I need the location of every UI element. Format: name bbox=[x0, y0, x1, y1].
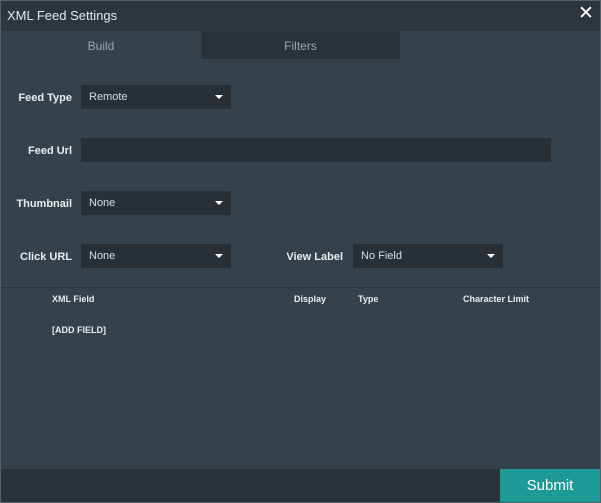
column-header-type: Type bbox=[358, 294, 379, 304]
click-url-select[interactable]: None bbox=[81, 244, 231, 268]
thumbnail-select[interactable]: None bbox=[81, 191, 231, 215]
feed-type-select[interactable]: Remote bbox=[81, 85, 231, 109]
column-header-character-limit: Character Limit bbox=[463, 294, 530, 304]
feed-url-input[interactable] bbox=[81, 138, 551, 162]
tab-filters[interactable]: Filters bbox=[201, 31, 400, 59]
view-label-value: No Field bbox=[361, 250, 402, 262]
feed-type-value: Remote bbox=[89, 91, 128, 103]
tab-bar: Build Filters bbox=[1, 31, 600, 59]
tab-build[interactable]: Build bbox=[1, 31, 201, 59]
add-field-link[interactable]: [ADD FIELD] bbox=[52, 325, 106, 335]
column-header-xml-field: XML Field bbox=[52, 294, 95, 304]
chevron-down-icon bbox=[487, 254, 495, 258]
title-bar: XML Feed Settings ✕ bbox=[1, 1, 600, 31]
xml-feed-settings-dialog: XML Feed Settings ✕ Build Filters Feed T… bbox=[0, 0, 601, 503]
view-label-label: View Label bbox=[286, 251, 343, 263]
dialog-title: XML Feed Settings bbox=[7, 8, 118, 23]
chevron-down-icon bbox=[215, 201, 223, 205]
submit-button[interactable]: Submit bbox=[500, 469, 600, 502]
footer-bar: Submit bbox=[1, 469, 600, 502]
chevron-down-icon bbox=[215, 95, 223, 99]
click-url-label: Click URL bbox=[20, 251, 72, 263]
click-url-value: None bbox=[89, 250, 116, 262]
column-header-display: Display bbox=[294, 294, 327, 304]
view-label-select[interactable]: No Field bbox=[353, 244, 503, 268]
divider bbox=[1, 287, 600, 288]
thumbnail-label: Thumbnail bbox=[16, 198, 72, 210]
feed-url-label: Feed Url bbox=[27, 145, 72, 157]
thumbnail-value: None bbox=[89, 197, 116, 209]
close-icon[interactable]: ✕ bbox=[578, 4, 594, 23]
chevron-down-icon bbox=[215, 254, 223, 258]
feed-type-label: Feed Type bbox=[18, 92, 72, 104]
